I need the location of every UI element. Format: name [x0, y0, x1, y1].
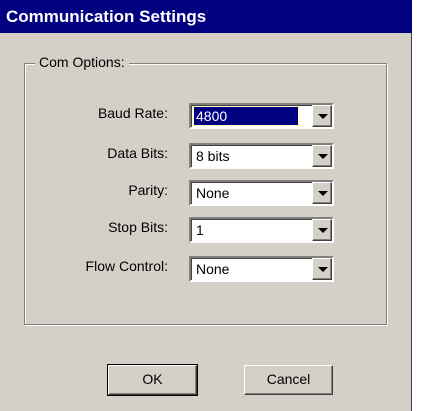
cancel-button[interactable]: Cancel: [244, 365, 333, 395]
flow-control-value: None: [196, 261, 230, 277]
data-bits-dropdown-button[interactable]: [312, 145, 332, 167]
data-bits-select[interactable]: 8 bits: [189, 143, 334, 169]
data-bits-label: Data Bits:: [107, 145, 168, 161]
baud-rate-value: 4800: [193, 106, 299, 126]
parity-dropdown-button[interactable]: [312, 182, 332, 204]
data-bits-value: 8 bits: [196, 148, 230, 164]
baud-rate-label: Baud Rate:: [97, 105, 168, 121]
chevron-down-icon: [318, 228, 328, 233]
parity-value: None: [196, 185, 230, 201]
baud-rate-dropdown-button[interactable]: [312, 105, 332, 127]
stop-bits-value: 1: [196, 222, 204, 238]
parity-select[interactable]: None: [189, 180, 334, 206]
parity-label: Parity:: [128, 182, 168, 198]
chevron-down-icon: [318, 267, 328, 272]
flow-control-select[interactable]: None: [189, 256, 334, 282]
chevron-down-icon: [318, 114, 328, 119]
com-options-label: Com Options:: [35, 53, 129, 71]
window-title: Communication Settings: [0, 0, 412, 33]
stop-bits-select[interactable]: 1: [189, 217, 334, 243]
chevron-down-icon: [318, 154, 328, 159]
flow-control-dropdown-button[interactable]: [312, 258, 332, 280]
stop-bits-dropdown-button[interactable]: [312, 219, 332, 241]
baud-rate-select[interactable]: 4800: [189, 103, 334, 129]
flow-control-label: Flow Control:: [85, 258, 168, 274]
chevron-down-icon: [318, 191, 328, 196]
stop-bits-label: Stop Bits:: [108, 219, 168, 235]
ok-button[interactable]: OK: [107, 364, 198, 396]
communication-settings-dialog: Communication Settings Com Options: Baud…: [0, 0, 412, 411]
